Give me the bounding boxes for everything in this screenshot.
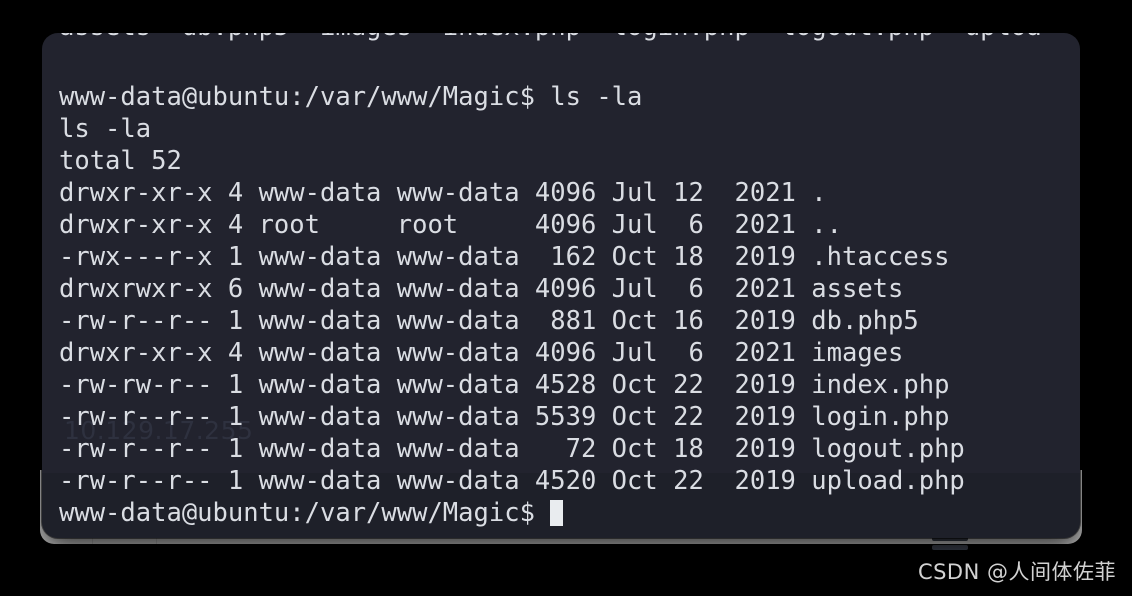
- terminal-prompt-line[interactable]: www-data@ubuntu:/var/www/Magic$: [59, 497, 564, 529]
- terminal-line: -rw-r--r-- 1 www-data www-data 72 Oct 18…: [59, 434, 965, 464]
- terminal-line: drwxr-xr-x 4 root root 4096 Jul 6 2021 .…: [59, 210, 842, 240]
- terminal-prompt: www-data@ubuntu:/var/www/Magic$: [59, 498, 551, 528]
- terminal-line: -rw-rw-r-- 1 www-data www-data 4528 Oct …: [59, 370, 950, 400]
- terminal-line: ls -la: [59, 114, 152, 144]
- terminal-line: -rw-r--r-- 1 www-data www-data 4520 Oct …: [59, 466, 965, 496]
- terminal-line: drwxr-xr-x 4 www-data www-data 4096 Jul …: [59, 178, 827, 208]
- terminal-line-scrolled-off: assets db.php5 images index.php login.ph…: [59, 33, 1042, 43]
- watermark: CSDN @人间体佐菲: [917, 560, 1116, 584]
- terminal-line: drwxr-xr-x 4 www-data www-data 4096 Jul …: [59, 338, 904, 368]
- terminal-line: -rw-r--r-- 1 www-data www-data 881 Oct 1…: [59, 306, 919, 336]
- terminal-line: drwxrwxr-x 6 www-data www-data 4096 Jul …: [59, 274, 904, 304]
- terminal-cursor: [550, 500, 564, 526]
- terminal-window[interactable]: 10.129.17.255 uid ^ v 高亮全部(A) 区分大小写 asse…: [42, 33, 1080, 538]
- terminal-line: -rwx---r-x 1 www-data www-data 162 Oct 1…: [59, 242, 950, 272]
- window-resize-grip[interactable]: [932, 536, 968, 552]
- terminal-line: -rw-r--r-- 1 www-data www-data 5539 Oct …: [59, 402, 950, 432]
- grip-bar: [932, 545, 968, 550]
- screenshot-canvas: 10.129.17.255 uid ^ v 高亮全部(A) 区分大小写 asse…: [0, 0, 1132, 596]
- terminal-line: total 52: [59, 146, 182, 176]
- terminal-line: www-data@ubuntu:/var/www/Magic$ ls -la: [59, 82, 643, 112]
- terminal-output: assets db.php5 images index.php login.ph…: [42, 33, 1080, 538]
